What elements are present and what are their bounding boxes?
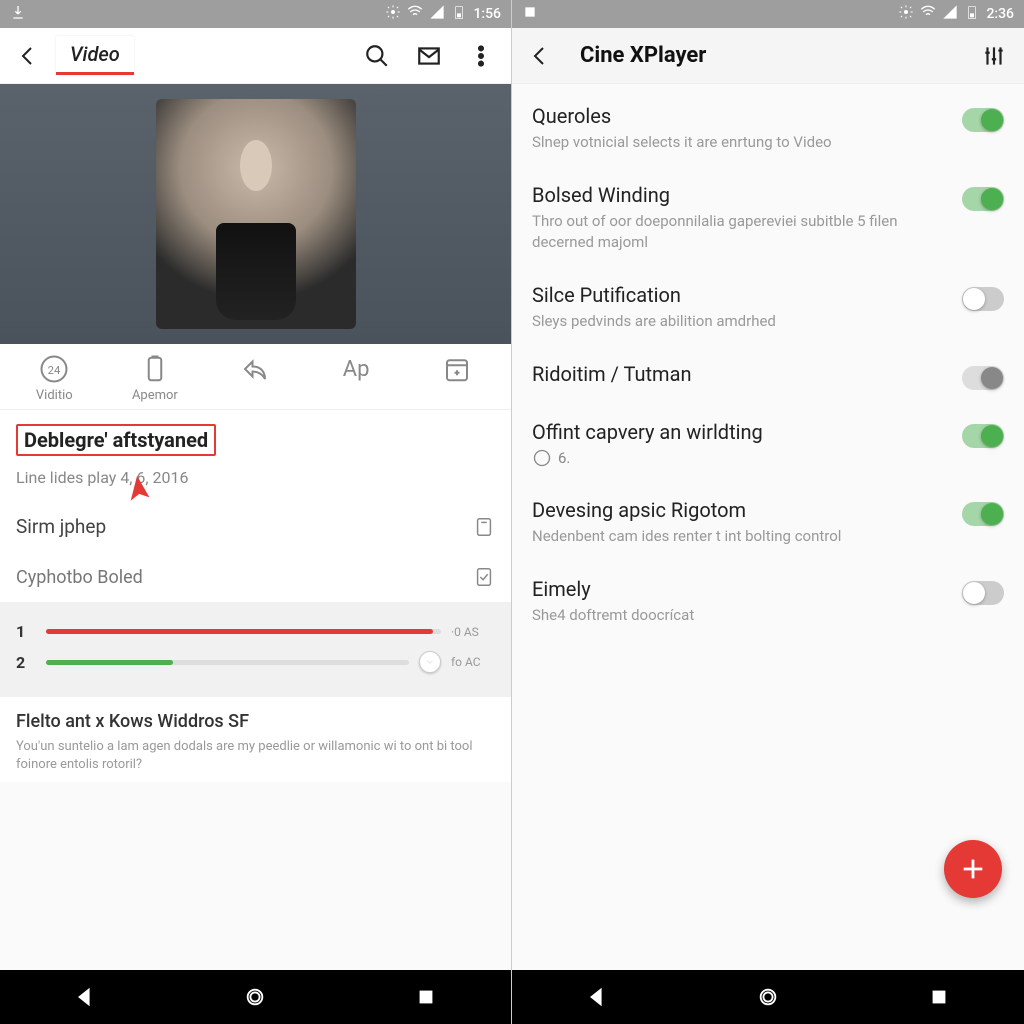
setting-title: Bolsed Winding [532, 183, 950, 207]
setting-item[interactable]: Ridoitim / Tutman [512, 348, 1024, 406]
setting-desc: Slnep votnicial selects it are enrtung t… [532, 132, 950, 153]
svg-text:24: 24 [48, 364, 61, 377]
setting-desc: Nedenbent cam ides renter t int bolting … [532, 526, 950, 547]
setting-title: Queroles [532, 104, 950, 128]
toggle-switch[interactable] [962, 366, 1004, 390]
clock-text: 1:56 [473, 6, 501, 22]
setting-item[interactable]: Devesing apsic Rigotom Nedenbent cam ides… [512, 484, 1024, 563]
toggle-switch[interactable] [962, 581, 1004, 605]
setting-item[interactable]: Eimely She4 doftremt doocrícat [512, 563, 1024, 642]
progress-number: 1 [16, 622, 36, 641]
toggle-switch[interactable] [962, 108, 1004, 132]
setting-title: Silce Putification [532, 283, 950, 307]
status-bar: 1:56 [0, 0, 511, 28]
progress-number: 2 [16, 653, 36, 672]
status-bar: 2:36 [512, 0, 1024, 28]
setting-item[interactable]: Bolsed Winding Thro out of oor doeponnila… [512, 169, 1024, 269]
equalizer-button[interactable] [972, 34, 1016, 78]
setting-item[interactable]: Offint capvery an wirldting 6. [512, 406, 1024, 484]
app-header: Cine XPlayer [512, 28, 1024, 84]
app-header: Video [0, 28, 511, 84]
setting-item[interactable]: Silce Putification Sleys pedvinds are abi… [512, 269, 1024, 348]
note-icon [473, 566, 495, 588]
download-icon [10, 4, 26, 24]
signal-icon [942, 4, 958, 24]
setting-title: Devesing apsic Rigotom [532, 498, 950, 522]
list-item[interactable]: Cyphotbo Boled [0, 552, 511, 602]
setting-title: Offint capvery an wirldting [532, 420, 950, 444]
nav-bar [512, 970, 1024, 1024]
nav-home-button[interactable] [235, 977, 275, 1017]
setting-title: Eimely [532, 577, 950, 601]
setting-desc: Sleys pedvinds are abilition amdrhed [532, 311, 950, 332]
overflow-button[interactable] [459, 34, 503, 78]
clock-text: 2:36 [986, 6, 1014, 22]
progress-section: 1 ·0 AS 2 fo AC [0, 602, 511, 697]
signal-icon [429, 4, 445, 24]
wifi-icon [407, 4, 423, 24]
slider-knob[interactable] [419, 651, 441, 673]
setting-desc: She4 doftremt doocrícat [532, 605, 950, 626]
battery-icon [964, 4, 980, 24]
card-title: Flelto ant x Kows Widdros SF [16, 711, 495, 732]
setting-item[interactable]: Queroles Slnep votnicial selects it are e… [512, 90, 1024, 169]
note-icon [473, 516, 495, 538]
action-row: 24 Viditio Apemor Ap [0, 344, 511, 410]
gear-icon [385, 4, 401, 24]
highlighted-title: Deblegre' aftstyaned [16, 424, 216, 456]
nav-home-button[interactable] [748, 977, 788, 1017]
progress-bar-2[interactable] [46, 660, 409, 665]
video-hero[interactable] [0, 84, 511, 344]
nav-back-button[interactable] [577, 977, 617, 1017]
action-share[interactable] [205, 354, 306, 384]
action-calendar[interactable] [406, 354, 507, 384]
action-video[interactable]: 24 Viditio [4, 354, 105, 403]
mail-button[interactable] [407, 34, 451, 78]
page-title: Cine XPlayer [580, 43, 706, 68]
nav-recents-button[interactable] [406, 977, 446, 1017]
action-ap[interactable]: Ap [306, 354, 407, 384]
tab-video[interactable]: Video [56, 36, 134, 75]
fab-add-button[interactable] [944, 840, 1002, 898]
setting-subvalue: 6. [532, 448, 950, 468]
back-button[interactable] [520, 36, 560, 76]
nav-recents-button[interactable] [919, 977, 959, 1017]
progress-bar-1[interactable] [46, 629, 441, 634]
toggle-switch[interactable] [962, 187, 1004, 211]
app-small-icon [522, 4, 538, 24]
toggle-switch[interactable] [962, 424, 1004, 448]
gear-icon [898, 4, 914, 24]
setting-title: Ridoitim / Tutman [532, 362, 950, 386]
nav-bar [0, 970, 511, 1024]
info-card: Flelto ant x Kows Widdros SF You'un sunt… [0, 697, 511, 782]
video-thumbnail [156, 99, 356, 329]
list-item[interactable]: Sirm jphep [0, 501, 511, 552]
nav-back-button[interactable] [65, 977, 105, 1017]
toggle-switch[interactable] [962, 502, 1004, 526]
toggle-switch[interactable] [962, 287, 1004, 311]
back-button[interactable] [8, 36, 48, 76]
battery-icon [451, 4, 467, 24]
card-body: You'un suntelio a lam agen dodals are my… [16, 738, 495, 774]
wifi-icon [920, 4, 936, 24]
action-apemor[interactable]: Apemor [105, 354, 206, 403]
search-button[interactable] [355, 34, 399, 78]
subtitle-text: Line lides play 4, 6, 2016 [0, 462, 511, 501]
setting-desc: Thro out of oor doeponnilalia gapereviei… [532, 211, 950, 253]
